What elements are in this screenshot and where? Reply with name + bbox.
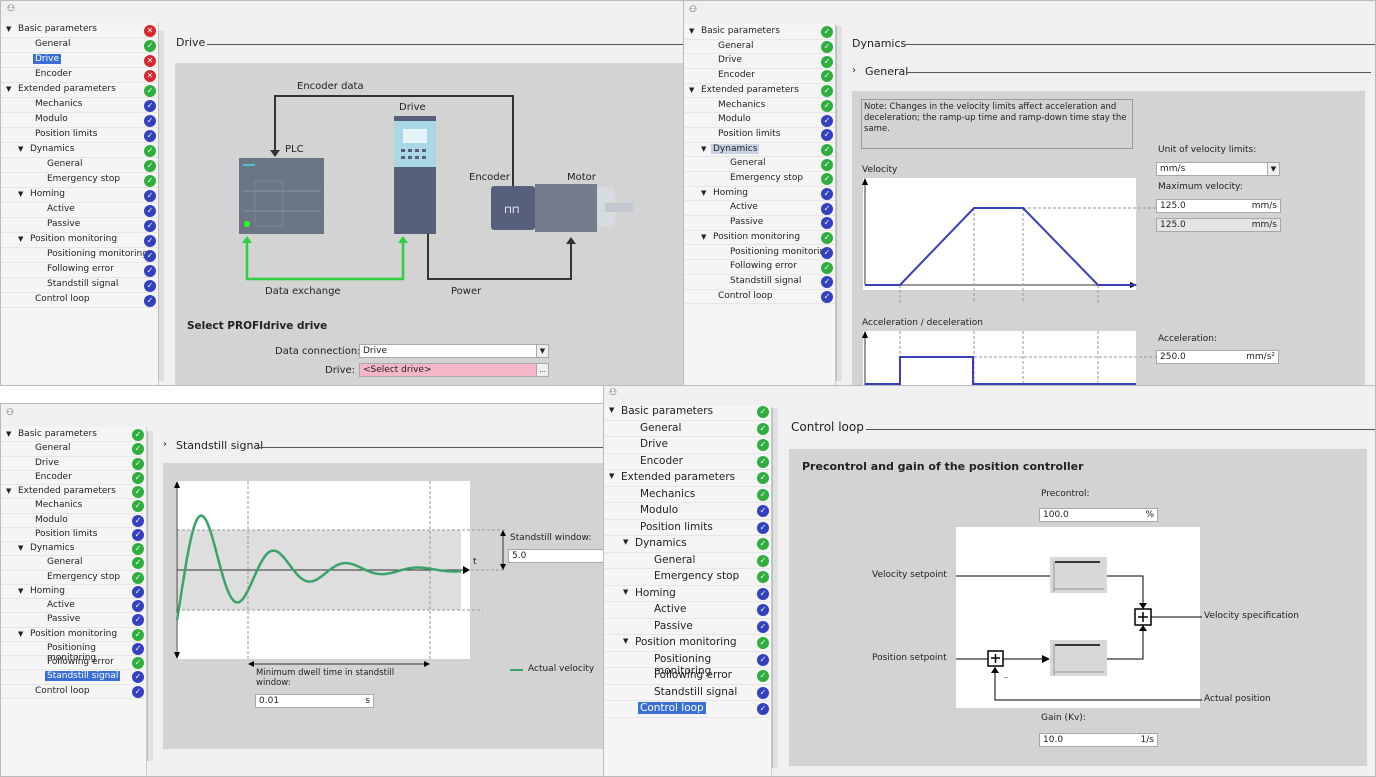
dwell-time-label: Minimum dwell time in standstill window: [256, 668, 395, 688]
plc-device [239, 158, 324, 234]
dwell-time-value: 0.01 [259, 696, 280, 706]
plc-label: PLC [285, 144, 304, 155]
unit-value: mm/s [1160, 164, 1186, 174]
arrow-icon [270, 150, 280, 157]
max-velocity-value: 125.0 [1160, 201, 1186, 211]
accel-chart-label: Acceleration / deceleration [862, 318, 983, 328]
gain-unit: 1/s [1140, 735, 1154, 745]
form-title: Select PROFIdrive drive [187, 320, 328, 332]
drive-field-value: <Select drive> [363, 365, 432, 375]
chevron-down-icon[interactable]: ▼ [536, 345, 548, 357]
time-axis-label: t [473, 557, 477, 567]
data-connection-value: Drive [363, 346, 387, 356]
max-velocity-input[interactable]: 125.0 mm/s [1156, 199, 1281, 213]
standstill-chart [174, 481, 523, 671]
gain-value: 10.0 [1043, 735, 1064, 745]
data-connection-select[interactable]: Drive ▼ [359, 344, 549, 358]
minus-sign: – [1004, 673, 1008, 682]
velocity-setpoint-label: Velocity setpoint [872, 570, 947, 580]
legend-label: Actual velocity [528, 664, 595, 674]
dwell-time-input[interactable]: 0.01 s [255, 694, 374, 708]
unit-label: Unit of velocity limits: [1158, 145, 1257, 155]
velocity-specification-label: Velocity specification [1204, 611, 1299, 621]
position-setpoint-label: Position setpoint [872, 653, 947, 663]
browse-button[interactable]: ... [536, 364, 548, 376]
acceleration-label: Acceleration: [1158, 334, 1217, 344]
motor-device [535, 184, 597, 232]
acceleration-unit: mm/s² [1246, 352, 1275, 362]
velocity-readonly-value: 125.0 [1160, 220, 1186, 230]
motor-label: Motor [567, 172, 596, 183]
standstill-panel: ⚇ ▼ Basic parameters ✓ General ✓ Drive ✓ Encode… [0, 403, 604, 777]
drive-field-label: Drive: [325, 365, 356, 376]
standstill-window-label: Standstill window: [510, 533, 592, 543]
chevron-down-icon[interactable]: ▼ [1267, 163, 1279, 175]
gain-input[interactable]: 10.0 1/s [1039, 733, 1158, 747]
encoder-data-label: Encoder data [297, 81, 364, 92]
max-velocity-unit: mm/s [1251, 201, 1277, 211]
control-loop-panel: ⚇ ▼ Basic parameters ✓ General ✓ Drive ✓ Encode… [603, 385, 1376, 777]
velocity-readonly-field: 125.0 mm/s [1156, 218, 1281, 232]
data-exchange-label: Data exchange [265, 286, 341, 297]
control-loop-diagram [956, 527, 1202, 708]
dynamics-panel: ⚇ ▼ Basic parameters ✓ General ✓ Drive ✓ Encode… [683, 0, 1376, 386]
acceleration-value: 250.0 [1160, 352, 1186, 362]
drive-panel: ⚇ ▼ Basic parameters ✕ General ✓ Drive ✕ Encode… [0, 0, 684, 386]
encoder-pulse-icon: ⊓⊓ [504, 205, 520, 216]
max-velocity-label: Maximum velocity: [1158, 182, 1243, 192]
standstill-window-input[interactable]: 5.0 [508, 549, 603, 563]
velocity-readonly-unit: mm/s [1251, 220, 1277, 230]
drive-label: Drive [399, 102, 426, 113]
encoder-label: Encoder [469, 172, 510, 183]
actual-position-label: Actual position [1204, 694, 1271, 704]
velocity-profile-chart [862, 178, 1156, 385]
gain-label: Gain (Kv): [1041, 713, 1086, 723]
standstill-window-value: 5.0 [512, 551, 527, 561]
power-label: Power [451, 286, 482, 297]
drive-select-field[interactable]: <Select drive> ... [359, 363, 549, 377]
acceleration-input[interactable]: 250.0 mm/s² [1156, 350, 1279, 364]
data-exchange-line [245, 241, 405, 281]
dwell-time-unit: s [365, 696, 370, 706]
drive-topology-diagram: ⊓⊓ [239, 95, 633, 281]
data-connection-label: Data connection: [275, 346, 361, 357]
unit-select[interactable]: mm/s ▼ [1156, 162, 1280, 176]
power-line [427, 234, 572, 280]
